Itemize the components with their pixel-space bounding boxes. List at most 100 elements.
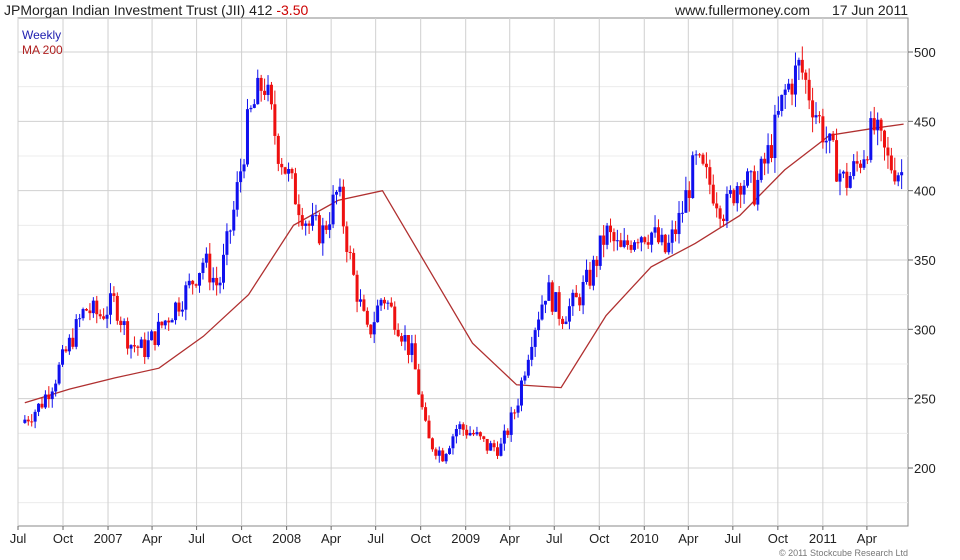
candle-body bbox=[519, 380, 523, 406]
candle-body bbox=[656, 227, 660, 243]
y-tick-label: 300 bbox=[914, 322, 936, 337]
candle-body bbox=[879, 119, 883, 131]
candle-body bbox=[67, 337, 71, 352]
candle-body bbox=[571, 292, 575, 307]
candle-body bbox=[622, 240, 626, 247]
candle-body bbox=[88, 310, 92, 314]
candle-body bbox=[550, 282, 554, 312]
x-tick-label: Jul bbox=[188, 531, 205, 546]
plot-frame bbox=[17, 17, 909, 527]
candle-body bbox=[800, 59, 804, 73]
candle-body bbox=[263, 90, 267, 95]
candle-body bbox=[632, 242, 636, 250]
candle-body bbox=[896, 175, 900, 182]
candle-body bbox=[170, 320, 174, 323]
candle-body bbox=[139, 339, 143, 348]
candle-body bbox=[235, 182, 239, 210]
candle-body bbox=[266, 84, 270, 95]
candle-body bbox=[513, 412, 517, 414]
candle-body bbox=[502, 430, 506, 444]
candle-body bbox=[698, 154, 702, 156]
candle-body bbox=[835, 140, 839, 182]
candle-body bbox=[163, 320, 167, 326]
candle-body bbox=[33, 411, 37, 422]
candle-body bbox=[660, 234, 664, 243]
candle-body bbox=[506, 430, 510, 435]
candle-body bbox=[198, 273, 202, 286]
candle-body bbox=[54, 383, 58, 392]
x-tick-label: Apr bbox=[321, 531, 342, 546]
candle-body bbox=[495, 447, 499, 456]
candle-body bbox=[427, 420, 431, 439]
candle-body bbox=[293, 173, 297, 205]
candle-body bbox=[728, 190, 732, 194]
candle-body bbox=[588, 269, 592, 286]
candle-body bbox=[557, 292, 561, 319]
candle-body bbox=[341, 186, 345, 227]
candle-body bbox=[845, 171, 849, 188]
candle-body bbox=[793, 65, 797, 95]
candle-body bbox=[814, 115, 818, 118]
candle-body bbox=[365, 310, 369, 325]
candle-body bbox=[324, 225, 328, 230]
candle-body bbox=[228, 230, 232, 232]
candle-body bbox=[95, 300, 99, 315]
candle-body bbox=[807, 79, 811, 101]
candle-body bbox=[352, 252, 356, 275]
candle-body bbox=[574, 292, 578, 298]
candle-body bbox=[492, 443, 496, 448]
candle-body bbox=[855, 161, 859, 164]
legend-ma200: MA 200 bbox=[22, 43, 63, 57]
y-tick-label: 450 bbox=[914, 114, 936, 129]
candle-body bbox=[102, 316, 106, 319]
candle-body bbox=[763, 158, 767, 164]
candle-body bbox=[776, 110, 780, 115]
candle-body bbox=[605, 225, 609, 245]
candle-body bbox=[372, 322, 376, 335]
candle-body bbox=[328, 224, 332, 230]
candle-body bbox=[112, 293, 116, 296]
candle-body bbox=[283, 167, 287, 174]
candle-body bbox=[886, 147, 890, 156]
candle-body bbox=[191, 280, 195, 285]
candle-body bbox=[256, 77, 260, 105]
candle-body bbox=[773, 114, 777, 159]
candle-body bbox=[547, 282, 551, 301]
candle-body bbox=[382, 299, 386, 304]
candle-body bbox=[43, 394, 47, 408]
candle-body bbox=[472, 432, 476, 435]
candle-body bbox=[900, 172, 904, 176]
candle-body bbox=[335, 191, 339, 195]
candle-body bbox=[454, 429, 458, 437]
candle-body bbox=[615, 240, 619, 242]
candle-body bbox=[650, 232, 654, 245]
candle-body bbox=[715, 203, 719, 209]
candle-body bbox=[122, 321, 126, 326]
candle-body bbox=[153, 331, 157, 346]
candle-body bbox=[667, 242, 671, 253]
candle-body bbox=[78, 318, 82, 320]
candle-body bbox=[691, 155, 695, 199]
x-tick-label: Apr bbox=[142, 531, 163, 546]
candle-body bbox=[821, 116, 825, 143]
candle-body bbox=[208, 253, 212, 283]
candle-body bbox=[609, 225, 613, 233]
candle-body bbox=[40, 403, 44, 408]
candle-body bbox=[612, 232, 616, 242]
candle-body bbox=[242, 164, 246, 172]
candle-body bbox=[783, 89, 787, 95]
candle-body bbox=[403, 335, 407, 342]
candle-body bbox=[530, 346, 534, 360]
candle-body bbox=[369, 324, 373, 335]
candle-body bbox=[143, 339, 147, 358]
x-tick-label: Jul bbox=[10, 531, 27, 546]
candle-body bbox=[824, 140, 828, 143]
candle-body bbox=[475, 432, 479, 435]
candle-body bbox=[711, 184, 715, 204]
candle-body bbox=[677, 212, 681, 235]
candle-body bbox=[461, 424, 465, 430]
candle-body bbox=[119, 320, 123, 326]
x-tick-label: Oct bbox=[589, 531, 610, 546]
candle-body bbox=[331, 194, 335, 225]
x-tick-label: 2008 bbox=[272, 531, 301, 546]
